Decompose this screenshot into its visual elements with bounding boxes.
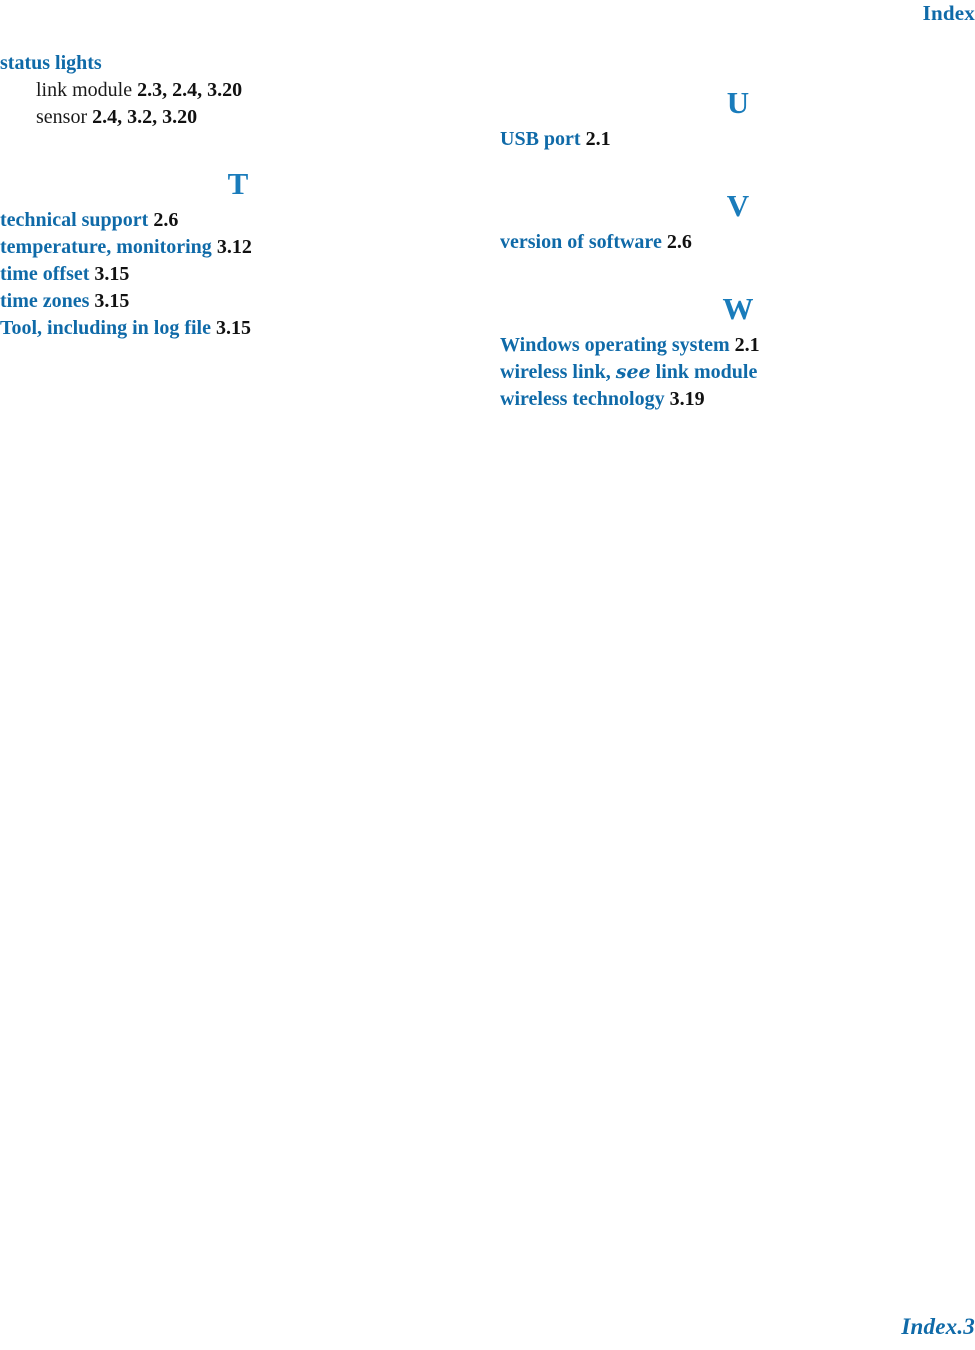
index-group: Ttechnical support 2.6 temperature, monit… xyxy=(0,131,476,342)
index-term: sensor xyxy=(36,106,88,128)
index-page-reference[interactable]: 2.1 xyxy=(735,334,760,356)
index-term: USB port xyxy=(500,128,581,150)
index-term: temperature, monitoring xyxy=(0,236,212,258)
index-body: status lights link module 2.3, 2.4, 3.20 s… xyxy=(0,50,975,1230)
index-entry[interactable]: technical support 2.6 xyxy=(0,207,476,234)
index-subentry[interactable]: sensor 2.4, 3.2, 3.20 xyxy=(0,104,476,131)
index-entry[interactable]: USB port 2.1 xyxy=(500,126,975,153)
running-header-index: Index xyxy=(922,1,975,25)
index-entry[interactable]: status lights xyxy=(0,50,476,77)
index-page-reference[interactable]: 2.3, 2.4, 3.20 xyxy=(137,79,242,101)
index-term: wireless technology xyxy=(500,388,665,410)
index-page-reference[interactable]: 3.15 xyxy=(94,263,129,285)
index-entry[interactable]: time zones 3.15 xyxy=(0,288,476,315)
index-term: status lights xyxy=(0,52,102,74)
index-subentry[interactable]: link module 2.3, 2.4, 3.20 xyxy=(0,77,476,104)
index-page-reference[interactable]: 3.15 xyxy=(216,317,251,339)
index-group: Vversion of software 2.6 xyxy=(500,153,975,256)
cross-reference-see: see xyxy=(615,361,651,383)
section-letter-v: V xyxy=(726,188,750,223)
index-entry[interactable]: version of software 2.6 xyxy=(500,229,975,256)
index-group: status lights link module 2.3, 2.4, 3.20 s… xyxy=(0,50,476,131)
index-term: version of software xyxy=(500,231,662,253)
index-page-reference[interactable]: 3.15 xyxy=(94,290,129,312)
index-entry[interactable]: Tool, including in log file 3.15 xyxy=(0,315,476,342)
section-letter-t: T xyxy=(227,166,249,201)
index-entry[interactable]: Windows operating system 2.1 xyxy=(500,332,975,359)
index-term: wireless link, xyxy=(500,361,611,383)
index-term: time zones xyxy=(0,290,90,312)
index-column-right: U USB port 2.1 Vversion of software 2.6 W Wi… xyxy=(500,50,975,413)
index-page-reference[interactable]: 3.19 xyxy=(670,388,705,410)
index-page-reference[interactable]: 2.6 xyxy=(153,209,178,231)
index-entry[interactable]: temperature, monitoring 3.12 xyxy=(0,234,476,261)
index-term: time offset xyxy=(0,263,90,285)
index-term: Windows operating system xyxy=(500,334,730,356)
index-page-reference[interactable]: 2.4, 3.2, 3.20 xyxy=(92,106,197,128)
index-term: link module xyxy=(36,79,133,101)
index-term: technical support xyxy=(0,209,149,231)
index-group: U USB port 2.1 xyxy=(500,50,975,153)
index-entry[interactable]: wireless link, see link module xyxy=(500,359,975,386)
section-letter-u: U xyxy=(726,85,750,120)
section-letter-w: W xyxy=(722,291,754,326)
index-entry[interactable]: wireless technology 3.19 xyxy=(500,386,975,413)
index-entry[interactable]: time offset 3.15 xyxy=(0,261,476,288)
index-page-reference[interactable]: 3.12 xyxy=(217,236,252,258)
index-column-left: status lights link module 2.3, 2.4, 3.20 s… xyxy=(0,50,476,342)
index-group: W Windows operating system 2.1 wireless li… xyxy=(500,256,975,413)
page-footer-number: Index.3 xyxy=(901,1314,975,1339)
index-page-reference[interactable]: 2.1 xyxy=(586,128,611,150)
cross-reference-target[interactable]: link module xyxy=(656,361,758,383)
index-page-reference[interactable]: 2.6 xyxy=(667,231,692,253)
index-term: Tool, including in log file xyxy=(0,317,211,339)
